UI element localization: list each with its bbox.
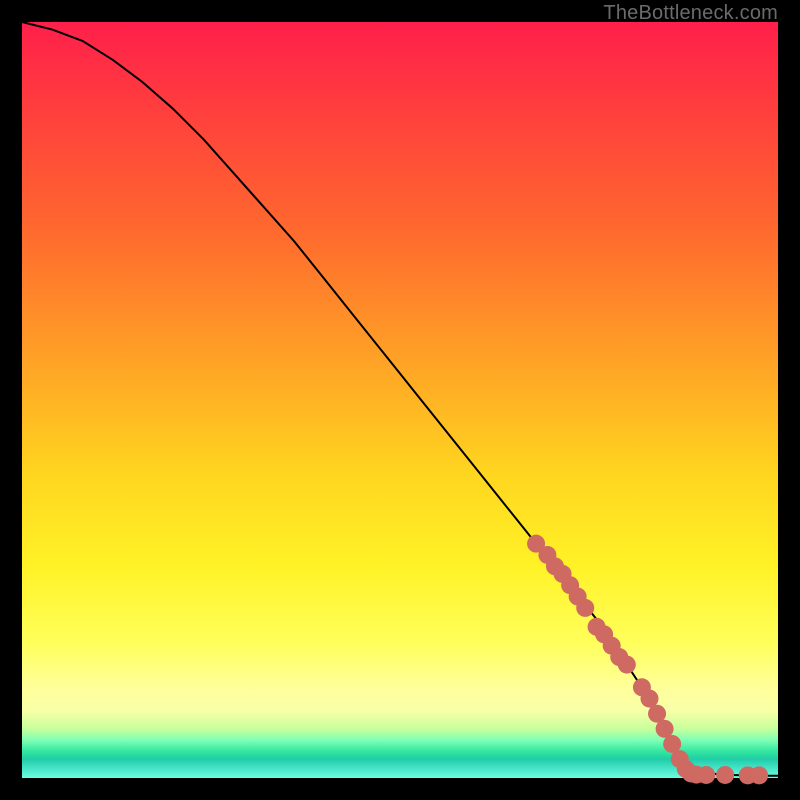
data-point xyxy=(576,599,594,617)
data-point xyxy=(697,766,715,784)
chart-overlay xyxy=(22,22,778,778)
data-point xyxy=(716,766,734,784)
data-point xyxy=(618,656,636,674)
watermark-text: TheBottleneck.com xyxy=(603,2,778,25)
chart-frame xyxy=(22,22,778,778)
data-point xyxy=(750,766,768,784)
curve-line xyxy=(22,22,778,776)
